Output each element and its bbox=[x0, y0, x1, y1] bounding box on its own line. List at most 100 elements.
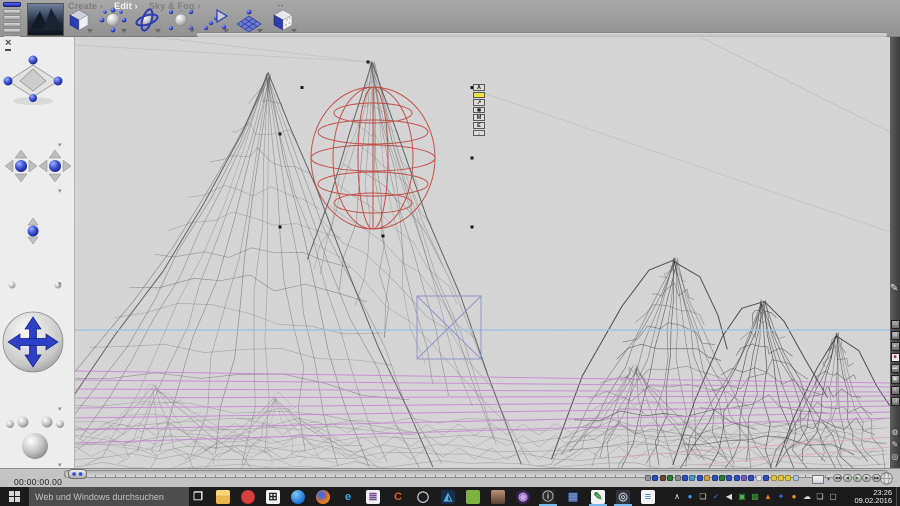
step-forward-button[interactable]: ▶ bbox=[862, 474, 872, 482]
texture-cube-icon[interactable] bbox=[268, 6, 298, 34]
tray-monitors-icon[interactable]: ❏ bbox=[815, 492, 825, 502]
chevron-down-icon[interactable]: ▾ bbox=[58, 187, 62, 195]
rotate-z-control[interactable] bbox=[18, 217, 48, 245]
orange-c-app-icon[interactable]: C bbox=[391, 490, 405, 504]
select-object-type-button[interactable] bbox=[748, 475, 755, 481]
select-object-type-button[interactable] bbox=[645, 475, 651, 481]
rotate-y-control[interactable] bbox=[38, 149, 72, 183]
gear-badge[interactable]: ✱ bbox=[473, 106, 485, 114]
gear-icon[interactable]: ⚙ bbox=[890, 428, 900, 437]
tray-cloud-icon[interactable]: ☁ bbox=[802, 492, 812, 502]
tray-blue-circle-icon[interactable]: ● bbox=[685, 492, 695, 502]
firefox-icon[interactable] bbox=[316, 489, 330, 504]
drop-badge[interactable]: ↓ bbox=[473, 129, 485, 137]
tray-blue-star-icon[interactable]: ✦ bbox=[776, 492, 786, 502]
create-cube-icon[interactable] bbox=[64, 6, 94, 34]
tray-check-icon[interactable]: ✓ bbox=[711, 492, 721, 502]
globe-trackball-icon[interactable] bbox=[880, 472, 893, 485]
select-object-type-button[interactable] bbox=[696, 475, 703, 481]
select-object-type-button[interactable] bbox=[741, 475, 748, 481]
chevron-down-icon[interactable]: ▾ bbox=[58, 405, 62, 413]
photos-app-icon[interactable]: ◭ bbox=[441, 489, 455, 504]
select-object-type-button[interactable] bbox=[792, 475, 799, 481]
tray-green-image-icon[interactable]: ▩ bbox=[750, 492, 760, 502]
chevron-down-icon[interactable]: ▾ bbox=[58, 280, 62, 288]
attributes-badge[interactable]: A bbox=[473, 84, 485, 91]
palette-pill[interactable] bbox=[3, 28, 21, 34]
camera-trackball[interactable] bbox=[0, 309, 66, 375]
edge-icon[interactable]: e bbox=[341, 490, 355, 504]
show-desktop-button[interactable] bbox=[896, 487, 900, 506]
fly-around-control[interactable] bbox=[2, 51, 64, 109]
tray-vlc-icon[interactable]: ▲ bbox=[763, 492, 773, 502]
select-object-type-button[interactable] bbox=[674, 475, 681, 481]
palette-pill[interactable] bbox=[3, 21, 21, 27]
select-object-type-button[interactable] bbox=[778, 475, 785, 481]
select-object-type-button[interactable] bbox=[681, 475, 688, 481]
scene-viewport[interactable]: A ↗ ✱ M E ↓ bbox=[75, 37, 890, 468]
palette-pill[interactable] bbox=[3, 8, 21, 14]
palette-pill[interactable] bbox=[3, 2, 21, 7]
select-object-type-button[interactable] bbox=[718, 475, 725, 481]
display-mode-button[interactable]: ▸ bbox=[890, 342, 900, 351]
person-app-icon[interactable] bbox=[491, 489, 505, 504]
select-object-type-button[interactable] bbox=[755, 475, 762, 481]
select-object-type-button[interactable] bbox=[726, 475, 733, 481]
tray-volume-icon[interactable]: ◀ bbox=[724, 492, 734, 502]
edit-badge[interactable]: E bbox=[473, 121, 485, 129]
resize-tool-icon[interactable] bbox=[98, 6, 128, 34]
select-object-type-button[interactable] bbox=[704, 475, 711, 481]
display-mode-button[interactable]: ▣ bbox=[890, 375, 900, 384]
link-badge[interactable]: ↗ bbox=[473, 99, 485, 106]
store-icon[interactable]: ⊞ bbox=[266, 489, 280, 504]
notepad-app-icon[interactable]: ≡ bbox=[641, 489, 655, 504]
rotate-tool-icon[interactable] bbox=[132, 6, 162, 34]
task-view-icon[interactable]: ❐ bbox=[191, 490, 205, 504]
android-app-icon[interactable] bbox=[466, 489, 480, 504]
file-explorer-icon[interactable] bbox=[216, 489, 230, 504]
display-mode-button[interactable]: ▬ bbox=[890, 364, 900, 373]
display-mode-button[interactable]: ▭ bbox=[890, 320, 900, 329]
start-button[interactable] bbox=[0, 487, 28, 506]
palette-pill[interactable] bbox=[3, 15, 21, 21]
display-mode-button[interactable]: ❏ bbox=[890, 397, 900, 406]
tray-display-icon[interactable]: ❏ bbox=[698, 492, 708, 502]
select-object-type-button[interactable] bbox=[659, 475, 666, 481]
select-object-type-button[interactable] bbox=[689, 475, 696, 481]
align-tool-icon[interactable] bbox=[200, 6, 230, 34]
select-object-type-button[interactable] bbox=[785, 475, 792, 481]
ring-app-icon[interactable]: ◯ bbox=[416, 490, 430, 504]
selected-sphere-wireframe[interactable] bbox=[310, 86, 436, 230]
quill-app-icon[interactable]: ✎ bbox=[589, 489, 607, 506]
info-app-icon[interactable]: ⓘ bbox=[539, 489, 557, 506]
view-preset-balls[interactable] bbox=[0, 415, 70, 463]
display-mode-button[interactable]: ≡ bbox=[890, 386, 900, 395]
blue-swirl-app-icon[interactable] bbox=[291, 489, 305, 504]
disc-app-icon[interactable]: ◎ bbox=[614, 489, 632, 506]
select-object-type-button[interactable] bbox=[763, 475, 770, 481]
red-app-icon[interactable] bbox=[241, 489, 255, 504]
chevron-down-icon[interactable]: ▾ bbox=[58, 141, 62, 149]
taskbar-clock[interactable]: 23:26 09.02.2016 bbox=[842, 488, 892, 506]
select-object-type-button[interactable] bbox=[711, 475, 718, 481]
timeline-scrubber-handle[interactable] bbox=[68, 469, 87, 479]
nano-preview-thumbnail[interactable] bbox=[27, 3, 64, 36]
taskbar-search-input[interactable] bbox=[29, 487, 189, 506]
tray-green-box-icon[interactable]: ▣ bbox=[737, 492, 747, 502]
material-badge[interactable]: M bbox=[473, 114, 485, 121]
terrain-grid-icon[interactable] bbox=[234, 6, 264, 34]
tray-tablet-icon[interactable]: ▢ bbox=[828, 492, 838, 502]
select-object-type-button[interactable] bbox=[770, 475, 777, 481]
tray-orange-dot-icon[interactable]: ● bbox=[789, 492, 799, 502]
document-app-icon[interactable]: ≣ bbox=[366, 489, 380, 504]
image-app-icon[interactable]: ▦ bbox=[566, 489, 580, 504]
pencil-icon[interactable]: ✎ bbox=[890, 283, 898, 294]
reposition-tool-icon[interactable] bbox=[166, 6, 196, 34]
select-object-type-button[interactable] bbox=[733, 475, 740, 481]
play-button[interactable]: ▶ bbox=[852, 474, 862, 482]
chevron-down-icon[interactable]: ▾ bbox=[827, 476, 830, 483]
tray-expand-icon[interactable]: ∧ bbox=[672, 492, 682, 502]
target-icon[interactable]: ◎ bbox=[890, 452, 900, 461]
camera-app-icon[interactable]: ◉ bbox=[516, 489, 530, 504]
select-object-type-button[interactable] bbox=[667, 475, 674, 481]
